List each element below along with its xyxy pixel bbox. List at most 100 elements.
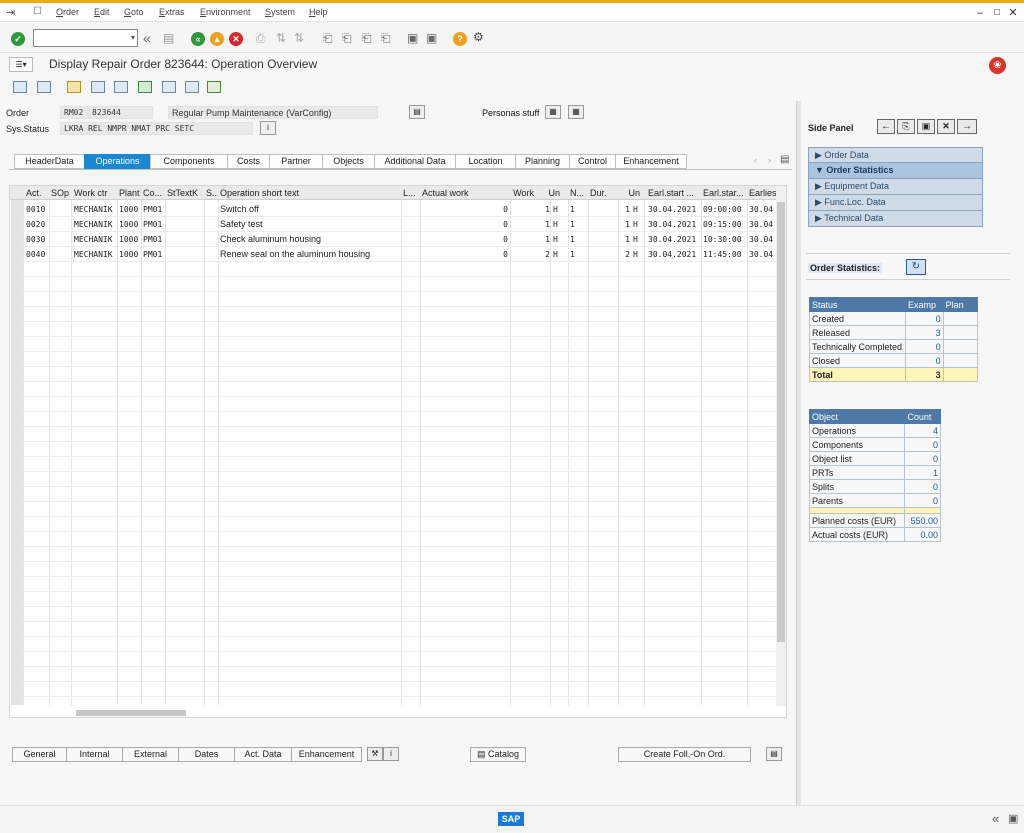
cell-act[interactable]: 0030	[24, 232, 50, 247]
cell-duration-unit[interactable]: H	[631, 202, 643, 217]
col-earliest[interactable]: Earliest	[747, 186, 777, 200]
cell-work-ctr[interactable]: MECHANIK	[72, 217, 117, 232]
col-number[interactable]: N...	[568, 186, 588, 200]
cell-duration[interactable]: 2	[590, 247, 632, 262]
help-icon[interactable]: ?	[453, 32, 467, 46]
tab-control[interactable]: Control	[569, 154, 615, 169]
status-info-icon[interactable]: i	[260, 121, 276, 135]
cell-control-key[interactable]: PM01	[141, 217, 165, 232]
equipment-icon[interactable]	[138, 81, 152, 93]
cell-number[interactable]: 1	[568, 232, 588, 247]
cell-plant[interactable]: 1000	[117, 247, 141, 262]
dates-button[interactable]: Dates	[178, 747, 234, 762]
col-unit[interactable]: Un	[536, 186, 562, 200]
side-back-icon[interactable]: ←	[877, 119, 895, 134]
collapse-status-icon[interactable]: «	[992, 811, 999, 826]
horizontal-scroll-thumb[interactable]	[76, 710, 186, 716]
side-nav-order-data[interactable]: ▶ Order Data	[808, 147, 983, 163]
menu-extras[interactable]: Extras	[159, 7, 185, 17]
menu-edit[interactable]: Edit	[94, 7, 110, 17]
col-work[interactable]: Work	[510, 186, 536, 200]
external-button[interactable]: External	[122, 747, 178, 762]
tab-scroll-left-icon[interactable]: ‹	[754, 155, 757, 165]
cell-plant[interactable]: 1000	[117, 202, 141, 217]
cell-duration-unit[interactable]: H	[631, 232, 643, 247]
cell-actual-work[interactable]: 0	[420, 232, 510, 247]
costs-icon[interactable]	[114, 81, 128, 93]
chevron-down-icon[interactable]: ▾	[131, 33, 135, 42]
col-earl-start-date[interactable]: Earl.start ...	[646, 186, 701, 200]
gear-icon[interactable]: ⚙	[473, 30, 484, 44]
cell-work[interactable]: 2	[510, 247, 552, 262]
cell-work-ctr[interactable]: MECHANIK	[72, 202, 117, 217]
order-number-field[interactable]: 823644	[88, 106, 153, 119]
cell-act[interactable]: 0010	[24, 202, 50, 217]
cell-duration[interactable]: 1	[590, 202, 632, 217]
shortcut-icon[interactable]: ▣	[426, 31, 437, 45]
cell-plant[interactable]: 1000	[117, 217, 141, 232]
cell-actual-work[interactable]: 0	[420, 217, 510, 232]
cell-operation-text[interactable]: Check aluminum housing	[218, 232, 403, 247]
tab-components[interactable]: Components	[150, 154, 227, 169]
side-window-icon[interactable]: ▣	[917, 119, 935, 134]
minimize-icon[interactable]: –	[973, 6, 987, 20]
cell-plant[interactable]: 1000	[117, 232, 141, 247]
table-row[interactable]: 0010 MECHANIK 1000 PM01 Switch off 0 1 H…	[10, 202, 786, 217]
col-work-ctr[interactable]: Work ctr	[72, 186, 117, 200]
menu-goto[interactable]: Goto	[124, 7, 144, 17]
operation-tool-icon[interactable]: ⚒	[367, 747, 383, 761]
cell-control-key[interactable]: PM01	[141, 247, 165, 262]
internal-button[interactable]: Internal	[66, 747, 122, 762]
refresh-icon[interactable]: ↻	[906, 259, 926, 275]
side-nav-order-statistics[interactable]: ▼ Order Statistics	[808, 163, 983, 179]
cell-earl-start-time[interactable]: 09:15:00	[701, 217, 747, 232]
enhancement-button[interactable]: Enhancement	[291, 747, 362, 762]
components-icon[interactable]	[91, 81, 105, 93]
vertical-scroll-thumb[interactable]	[777, 202, 785, 642]
display-change-icon[interactable]	[37, 81, 51, 93]
side-forward-icon[interactable]: →	[957, 119, 977, 134]
col-duration-unit[interactable]: Un	[618, 186, 642, 200]
next-page-icon[interactable]: ⎗	[362, 31, 372, 45]
cell-earliest[interactable]: 30.04	[747, 232, 777, 247]
cell-earl-start-time[interactable]: 10:30:00	[701, 232, 747, 247]
act-data-button[interactable]: Act. Data	[234, 747, 291, 762]
cell-work-ctr[interactable]: MECHANIK	[72, 247, 117, 262]
order-description-field[interactable]: Regular Pump Maintenance (VarConfig)	[168, 106, 378, 119]
horizontal-scrollbar[interactable]	[50, 709, 780, 717]
cancel-icon[interactable]: ✕	[229, 32, 243, 46]
operations-icon[interactable]	[67, 81, 81, 93]
settlement-icon[interactable]	[162, 81, 176, 93]
cell-earliest[interactable]: 30.04	[747, 247, 777, 262]
side-nav-funcloc-data[interactable]: ▶ Func.Loc. Data	[808, 195, 983, 211]
tab-partner[interactable]: Partner	[269, 154, 322, 169]
last-page-icon[interactable]: ⎗	[381, 31, 391, 45]
cell-earliest[interactable]: 30.04	[747, 217, 777, 232]
cell-earl-start-time[interactable]: 11:45:00	[701, 247, 747, 262]
tab-enhancement[interactable]: Enhancement	[615, 154, 687, 169]
col-sttextk[interactable]: StTextK	[165, 186, 205, 200]
personas-btn1-icon[interactable]: ▦	[545, 105, 561, 119]
table-row[interactable]: 0030 MECHANIK 1000 PM01 Check aluminum h…	[10, 232, 786, 247]
tab-location[interactable]: Location	[455, 154, 515, 169]
col-sop[interactable]: SOp	[49, 186, 71, 200]
exit-icon[interactable]: ⇥	[6, 6, 15, 19]
menu-system[interactable]: System	[265, 7, 295, 17]
cell-earliest[interactable]: 30.04	[747, 202, 777, 217]
operation-info-icon[interactable]: i	[383, 747, 399, 761]
collapse-command-icon[interactable]: «	[143, 31, 151, 45]
cell-work-ctr[interactable]: MECHANIK	[72, 232, 117, 247]
cell-operation-text[interactable]: Renew seal on the aluminum housing	[218, 247, 403, 262]
layout-icon[interactable]: ▤	[766, 747, 782, 761]
menu-order[interactable]: Order	[56, 7, 79, 17]
cell-duration[interactable]: 1	[590, 232, 632, 247]
tab-operations[interactable]: Operations	[84, 154, 150, 169]
cell-earl-start-date[interactable]: 30.04.2021	[646, 202, 701, 217]
vertical-scrollbar[interactable]	[776, 186, 786, 706]
cell-earl-start-time[interactable]: 09:00:00	[701, 202, 747, 217]
print-icon[interactable]: ⎙	[256, 31, 266, 45]
col-operation-text[interactable]: Operation short text	[218, 186, 403, 200]
tab-list-icon[interactable]: ▤	[780, 154, 789, 165]
catalog-button[interactable]: ▤ Catalog	[470, 747, 526, 762]
first-page-icon[interactable]: ⎗	[323, 31, 333, 45]
